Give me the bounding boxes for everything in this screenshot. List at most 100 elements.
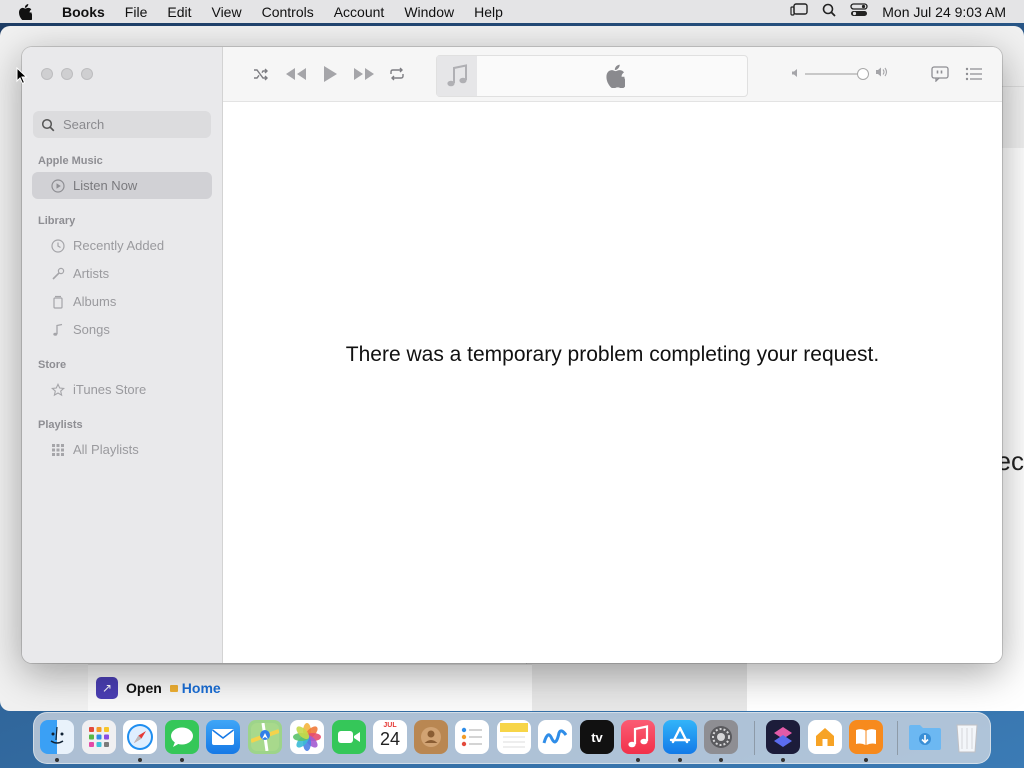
- sidebar-item-artists[interactable]: Artists: [32, 260, 212, 287]
- main-content: There was a temporary problem completing…: [223, 102, 1002, 663]
- music-app-icon[interactable]: [621, 720, 655, 754]
- freeform-icon[interactable]: [538, 720, 572, 754]
- sidebar-item-albums[interactable]: Albums: [32, 288, 212, 315]
- photos-icon[interactable]: [290, 720, 324, 754]
- sidebar-item-label: All Playlists: [73, 442, 139, 457]
- rewind-button[interactable]: [283, 64, 309, 84]
- up-next-button[interactable]: [963, 64, 985, 84]
- trash-icon[interactable]: [950, 720, 984, 754]
- sidebar-item-songs[interactable]: Songs: [32, 316, 212, 343]
- dock-separator: [754, 721, 755, 755]
- volume-high-icon: [875, 65, 889, 83]
- home-link[interactable]: Home: [169, 680, 221, 696]
- apple-logo-icon: [605, 64, 628, 93]
- repeat-icon: [390, 67, 404, 81]
- volume-low-icon: [791, 65, 801, 83]
- apple-menu-icon[interactable]: [18, 3, 38, 20]
- music-note-icon: [437, 56, 477, 96]
- repeat-button[interactable]: [386, 64, 408, 84]
- launchpad-icon[interactable]: [82, 720, 116, 754]
- close-window-button[interactable]: [41, 68, 53, 80]
- menu-edit[interactable]: Edit: [157, 4, 201, 20]
- menu-account[interactable]: Account: [324, 4, 395, 20]
- lyrics-icon: [931, 66, 949, 82]
- sidebar-item-label: Artists: [73, 266, 110, 281]
- volume-knob[interactable]: [857, 68, 869, 80]
- play-button[interactable]: [319, 64, 341, 84]
- downloads-folder-icon[interactable]: [908, 720, 942, 754]
- reminders-icon[interactable]: [455, 720, 489, 754]
- menu-file[interactable]: File: [115, 4, 158, 20]
- list-icon: [965, 67, 982, 81]
- sidebar-item-itunes-store[interactable]: iTunes Store: [32, 376, 212, 403]
- shortcut-arrow-icon: ↗: [96, 677, 118, 699]
- mouse-cursor-icon: [16, 66, 28, 90]
- tv-label: tv: [591, 729, 603, 745]
- facetime-icon[interactable]: [332, 720, 366, 754]
- music-window: Search Apple Music Listen Now Library Re…: [22, 47, 1002, 663]
- home-app-icon[interactable]: [808, 720, 842, 754]
- system-settings-icon[interactable]: [704, 720, 738, 754]
- menu-controls[interactable]: Controls: [252, 4, 324, 20]
- shortcuts-icon[interactable]: [766, 720, 800, 754]
- shuffle-icon: [254, 68, 268, 81]
- sidebar-item-label: iTunes Store: [73, 382, 147, 397]
- maps-icon[interactable]: [248, 720, 282, 754]
- menu-window[interactable]: Window: [394, 4, 464, 20]
- running-indicator: [719, 758, 723, 762]
- app-store-icon[interactable]: [663, 720, 697, 754]
- sidebar-item-recently-added[interactable]: Recently Added: [32, 232, 212, 259]
- menu-help[interactable]: Help: [464, 4, 513, 20]
- player-toolbar: [223, 47, 1002, 102]
- error-message: There was a temporary problem completing…: [345, 343, 880, 366]
- safari-icon[interactable]: [123, 720, 157, 754]
- control-center-icon[interactable]: [850, 3, 868, 20]
- menu-extras: Mon Jul 24 9:03 AM: [790, 0, 1006, 23]
- star-icon: [50, 382, 66, 398]
- menu-clock[interactable]: Mon Jul 24 9:03 AM: [882, 4, 1006, 20]
- window-controls: [41, 68, 93, 80]
- running-indicator: [180, 758, 184, 762]
- sidebar-item-label: Songs: [73, 322, 110, 337]
- running-indicator: [864, 758, 868, 762]
- running-indicator: [781, 758, 785, 762]
- album-icon: [50, 294, 66, 310]
- background-open-bar[interactable]: ↗ Open Home: [88, 664, 532, 711]
- notes-icon[interactable]: [497, 720, 531, 754]
- home-label: Home: [181, 680, 221, 696]
- mail-icon[interactable]: [206, 720, 240, 754]
- grid-icon: [50, 442, 66, 458]
- play-circle-icon: [50, 178, 66, 194]
- zoom-window-button[interactable]: [81, 68, 93, 80]
- stage-manager-icon[interactable]: [790, 3, 808, 20]
- shuffle-button[interactable]: [250, 64, 272, 84]
- calendar-icon[interactable]: JUL 24: [373, 720, 407, 754]
- spotlight-search-icon[interactable]: [822, 3, 836, 20]
- contacts-icon[interactable]: [414, 720, 448, 754]
- lyrics-button[interactable]: [929, 64, 951, 84]
- sidebar-item-all-playlists[interactable]: All Playlists: [32, 436, 212, 463]
- apple-tv-icon[interactable]: tv: [580, 720, 614, 754]
- calendar-day: 24: [379, 729, 401, 749]
- finder-icon[interactable]: [40, 720, 74, 754]
- dock: JUL 24 tv: [33, 712, 991, 764]
- section-store: Store: [38, 359, 67, 371]
- menu-view[interactable]: View: [201, 4, 251, 20]
- messages-icon[interactable]: [165, 720, 199, 754]
- sidebar-item-listen-now[interactable]: Listen Now: [32, 172, 212, 199]
- search-icon: [41, 118, 55, 132]
- menu-app-name[interactable]: Books: [52, 4, 115, 20]
- play-icon: [324, 66, 337, 82]
- minimize-window-button[interactable]: [61, 68, 73, 80]
- music-note-icon: [50, 322, 66, 338]
- sidebar-item-label: Albums: [73, 294, 117, 309]
- volume-slider[interactable]: [791, 67, 891, 81]
- fast-forward-button[interactable]: [351, 64, 377, 84]
- calendar-month: JUL: [383, 722, 397, 729]
- running-indicator: [678, 758, 682, 762]
- sidebar-item-label: Listen Now: [73, 178, 138, 193]
- books-icon[interactable]: [849, 720, 883, 754]
- section-apple-music: Apple Music: [38, 155, 103, 167]
- search-field[interactable]: Search: [33, 111, 211, 138]
- open-label[interactable]: Open: [126, 680, 162, 696]
